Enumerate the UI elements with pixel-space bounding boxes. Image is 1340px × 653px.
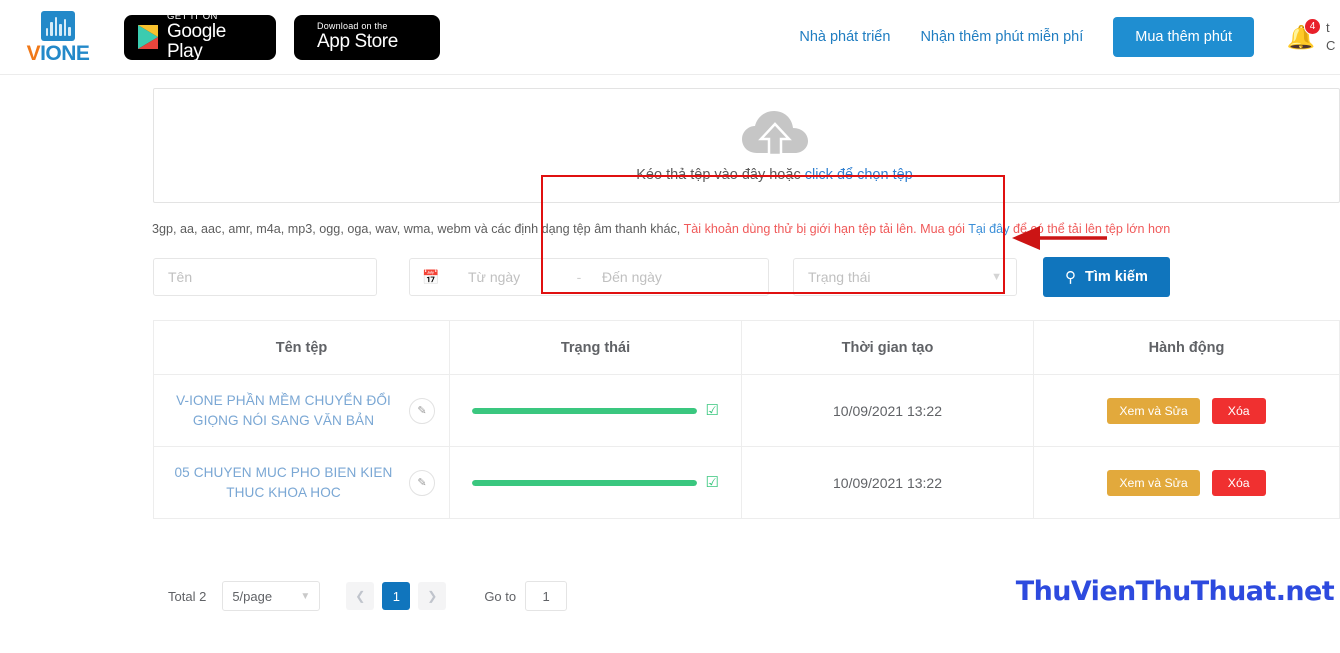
google-play-badge[interactable]: GET IT ON Google Play	[124, 12, 276, 62]
chevron-down-icon: ▼	[991, 271, 1002, 283]
calendar-icon: 📅	[422, 268, 440, 285]
date-to-placeholder: Đến ngày	[602, 269, 662, 285]
next-page-button[interactable]: ❯	[418, 582, 447, 610]
file-dropzone[interactable]: Kéo thả tệp vào đây hoặc click để chọn t…	[153, 88, 1340, 203]
name-input-placeholder: Tên	[168, 269, 193, 285]
choose-file-link[interactable]: click để chọn tệp	[805, 167, 913, 183]
view-edit-button[interactable]: Xem và Sửa	[1107, 469, 1200, 496]
app-header: VIONE GET IT ON Google Play Download on …	[0, 0, 1340, 75]
date-from-placeholder: Từ ngày	[468, 269, 521, 285]
search-icon: ⚲	[1065, 269, 1076, 286]
check-circle-icon: ☑	[705, 474, 719, 491]
check-circle-icon: ☑	[705, 402, 719, 419]
delete-button[interactable]: Xóa	[1211, 469, 1266, 496]
chevron-right-icon: ❯	[427, 589, 438, 603]
nav-developer[interactable]: Nhà phát triển	[799, 29, 890, 45]
supported-formats-note: 3gp, aa, aac, amr, m4a, mp3, ogg, oga, w…	[152, 222, 1340, 236]
page-size-select[interactable]: 5/page ▼	[222, 581, 321, 611]
app-store-badge[interactable]: Download on the App Store	[294, 14, 440, 60]
cell-filename: 05 CHUYEN MUC PHO BIEN KIEN THUC KHOA HO…	[154, 447, 450, 518]
red-arrow-annotation	[1012, 225, 1107, 251]
google-play-badge-big: Google Play	[167, 21, 226, 62]
vione-logo[interactable]: VIONE	[8, 10, 108, 64]
date-range-separator: -	[576, 269, 582, 285]
cell-filename: V-IONE PHẦN MỀM CHUYỂN ĐỔI GIỌNG NÓI SAN…	[154, 375, 450, 446]
chevron-left-icon: ❮	[355, 589, 366, 603]
main-content: Kéo thả tệp vào đây hoặc click để chọn t…	[0, 88, 1340, 611]
files-table: Tên tệp Trạng thái Thời gian tạo Hành độ…	[153, 320, 1340, 519]
user-account-clipped[interactable]: tC	[1326, 19, 1340, 54]
search-button[interactable]: ⚲ Tìm kiếm	[1043, 257, 1170, 297]
cell-status: ☑	[450, 375, 742, 446]
date-range-picker[interactable]: 📅 Từ ngày - Đến ngày	[409, 258, 769, 296]
pencil-icon[interactable]: ✎	[409, 469, 435, 496]
cloud-upload-icon	[740, 109, 810, 157]
nav-free-minutes[interactable]: Nhận thêm phút miễn phí	[920, 29, 1083, 45]
notifications-button[interactable]: 🔔 4	[1284, 18, 1321, 56]
page-size-value: 5/page	[232, 588, 273, 604]
notification-count-badge: 4	[1304, 18, 1321, 35]
filter-bar: Tên 📅 Từ ngày - Đến ngày Trạng thái ▼ ⚲ …	[153, 257, 1340, 297]
table-header-row: Tên tệp Trạng thái Thời gian tạo Hành độ…	[154, 321, 1339, 375]
cell-actions: Xem và Sửa Xóa	[1034, 447, 1339, 518]
google-play-icon	[138, 25, 158, 49]
prev-page-button[interactable]: ❮	[346, 582, 375, 610]
chevron-down-icon: ▼	[300, 590, 311, 602]
logo-letters-ione: IONE	[40, 41, 90, 65]
file-name-link[interactable]: V-IONE PHẦN MỀM CHUYỂN ĐỔI GIỌNG NÓI SAN…	[168, 391, 399, 430]
page-number-1[interactable]: 1	[382, 582, 411, 610]
column-header-status: Trạng thái	[450, 321, 742, 374]
column-header-created: Thời gian tạo	[742, 321, 1034, 374]
logo-letter-v: V	[26, 41, 41, 65]
name-search-input[interactable]: Tên	[153, 258, 377, 296]
file-name-link[interactable]: 05 CHUYEN MUC PHO BIEN KIEN THUC KHOA HO…	[168, 463, 399, 502]
watermark: ThuVienThuThuat.net	[1015, 576, 1335, 607]
buy-minutes-button[interactable]: Mua thêm phút	[1113, 17, 1254, 57]
goto-label: Go to	[484, 588, 517, 604]
cell-created: 10/09/2021 13:22	[742, 447, 1034, 518]
dropzone-text-prefix: Kéo thả tệp vào đây hoặc	[636, 167, 805, 183]
pencil-icon[interactable]: ✎	[409, 397, 435, 424]
cell-actions: Xem và Sửa Xóa	[1034, 375, 1339, 446]
header-nav: Nhà phát triển Nhận thêm phút miễn phí M…	[799, 17, 1340, 57]
formats-prefix: 3gp, aa, aac, amr, m4a, mp3, ogg, oga, w…	[152, 222, 684, 236]
formats-warning: Tài khoản dùng thử bị giới hạn tệp tải l…	[683, 222, 969, 236]
progress-bar	[472, 407, 697, 414]
delete-button[interactable]: Xóa	[1211, 397, 1266, 424]
progress-bar	[472, 479, 697, 486]
total-count-label: Total 2	[168, 588, 207, 604]
cell-status: ☑	[450, 447, 742, 518]
status-select[interactable]: Trạng thái ▼	[793, 258, 1017, 296]
buy-package-link[interactable]: Tại đây	[968, 222, 1009, 236]
cell-created: 10/09/2021 13:22	[742, 375, 1034, 446]
status-select-placeholder: Trạng thái	[808, 269, 871, 285]
table-row: 05 CHUYEN MUC PHO BIEN KIEN THUC KHOA HO…	[154, 447, 1339, 519]
search-button-label: Tìm kiếm	[1085, 269, 1148, 285]
table-row: V-IONE PHẦN MỀM CHUYỂN ĐỔI GIỌNG NÓI SAN…	[154, 375, 1339, 447]
app-store-badge-big: App Store	[317, 30, 398, 52]
column-header-actions: Hành động	[1148, 339, 1225, 356]
column-header-filename: Tên tệp	[154, 321, 450, 374]
waveform-icon	[41, 10, 75, 41]
dropzone-text: Kéo thả tệp vào đây hoặc click để chọn t…	[636, 167, 913, 183]
goto-page-input[interactable]	[525, 581, 568, 611]
logo-text: VIONE	[27, 43, 90, 64]
view-edit-button[interactable]: Xem và Sửa	[1107, 397, 1200, 424]
